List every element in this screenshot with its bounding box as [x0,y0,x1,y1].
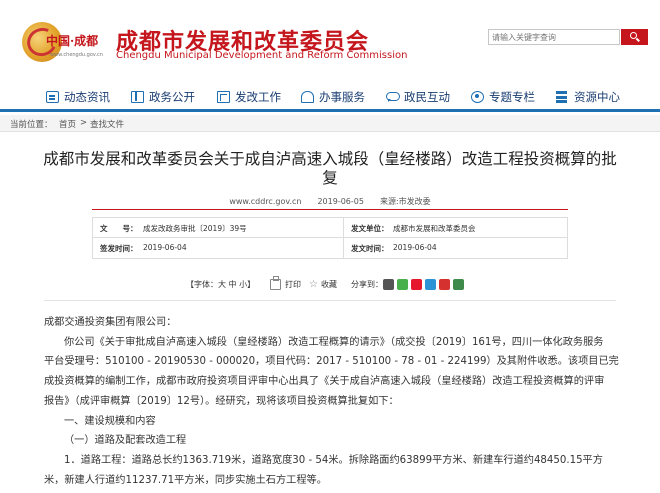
info-value: 成发改政务审批〔2019〕39号 [143,224,247,233]
share-label: 分享到： [351,280,383,289]
header: 中国·成都 www.chengdu.gov.cn 成都市发展和改革委员会 Che… [0,0,660,82]
breadcrumb-label: 当前位置： [10,120,53,130]
chat-icon [386,91,400,103]
info-value: 2019-06-04 [143,243,187,252]
breadcrumb: 当前位置： 首页 > 查找文件 [0,115,660,132]
article-meta: www.cddrc.gov.cn 2019-06-05 来源:市发改委 [229,197,431,206]
logo-text: 中国·成都 [46,34,99,48]
body-subheading: （一）道路及配套改造工程 [64,435,187,447]
info-label: 文 号： [100,224,138,233]
service-icon [301,91,314,103]
body-paragraph: 成都交通投资集团有限公司： [44,317,177,328]
nav-item-services[interactable]: 办事服务 [301,88,365,106]
breadcrumb-home-link[interactable]: 首页 [59,118,76,130]
info-value: 成都市发展和改革委员会 [393,224,476,233]
site-logo[interactable]: 中国·成都 www.chengdu.gov.cn [22,22,114,66]
info-row: 签发时间： 2019-06-04 发文时间： 2019-06-04 [93,238,567,258]
news-icon [46,91,59,103]
info-label: 签发时间： [100,244,138,253]
body-paragraph: 平台受理号：510100 - 20190530 - 000020，项目代码：20… [44,356,619,368]
logo-url: www.chengdu.gov.cn [50,52,103,58]
search-button[interactable] [621,29,648,45]
title-divider [92,209,568,210]
breadcrumb-separator: > [80,118,88,128]
weibo-icon[interactable] [411,279,422,290]
body-paragraph: 1．道路工程：道路总长约1363.719米，道路宽度30 - 54米。拆除路面约… [64,454,603,466]
article-title: 成都市发展和改革委员会关于成自泸高速入城段（皇经楼路）改造工程投资概算的批复 [43,150,617,187]
nav-item-work[interactable]: 发改工作 [217,88,281,106]
info-label: 发文时间： [351,244,389,253]
main-nav: 动态资讯 政务公开 发改工作 办事服务 政民互动 专题专栏 资源中心 [0,82,660,112]
info-row: 文 号： 成发改政务审批〔2019〕39号 发文单位： 成都市发展和改革委员会 [93,218,567,238]
body-paragraph: 报告》（成评审概算〔2019〕12号）。经研究，现将该项目投资概算批复如下： [44,395,399,407]
nav-item-label: 资源中心 [574,90,620,104]
body-heading: 一、建设规模和内容 [64,415,156,427]
nav-item-topics[interactable]: 专题专栏 [471,88,535,106]
nav-item-news[interactable]: 动态资讯 [46,88,110,106]
star-icon[interactable]: ☆ [309,279,320,290]
page: 中国·成都 www.chengdu.gov.cn 成都市发展和改革委员会 Che… [0,0,660,493]
topic-icon [471,91,484,103]
search-bar [488,29,648,45]
info-value: 2019-06-04 [393,243,437,252]
douban-icon[interactable] [453,279,464,290]
nav-item-label: 动态资讯 [64,90,110,104]
body-paragraph: 你公司《关于审批成自泸高速入城段（皇经楼路）改造工程概算的请示》（成交投〔201… [64,336,604,348]
info-label: 发文单位： [351,224,389,233]
breadcrumb-current[interactable]: 查找文件 [90,118,124,130]
body-paragraph: 成投资概算的编制工作，成都市政府投资项目评审中心出具了《关于成自泸高速入城段（皇… [44,376,605,388]
document-icon [131,91,144,103]
nav-item-label: 发改工作 [235,90,281,104]
nav-item-resources[interactable]: 资源中心 [556,88,620,106]
article-body: 成都交通投资集团有限公司： 你公司《关于审批成自泸高速入城段（皇经楼路）改造工程… [44,313,619,490]
wechat-icon[interactable] [397,279,408,290]
nav-item-interaction[interactable]: 政民互动 [386,88,450,106]
search-input[interactable] [488,29,620,45]
nav-item-label: 办事服务 [319,90,365,104]
share-generic-icon[interactable] [383,279,394,290]
edit-icon [217,91,230,103]
qzone-icon[interactable] [425,279,436,290]
favorite-link[interactable]: 收藏 [321,279,337,290]
nav-item-label: 专题专栏 [489,90,535,104]
renren-icon[interactable] [439,279,450,290]
article-toolbar: 【字体：大 中 小】 打印 ☆ 收藏 分享到： [0,276,660,294]
toolbar-divider [44,300,616,301]
document-info-table: 文 号： 成发改政务审批〔2019〕39号 发文单位： 成都市发展和改革委员会 … [92,217,568,259]
print-icon[interactable] [270,276,281,290]
nav-item-label: 政务公开 [149,90,195,104]
print-link[interactable]: 打印 [285,279,301,290]
site-title-en: Chengdu Municipal Development and Reform… [116,50,408,61]
nav-item-gov-affairs[interactable]: 政务公开 [131,88,195,106]
font-size-switch[interactable]: 【字体：大 中 小】 [186,279,255,290]
nav-item-label: 政民互动 [404,90,450,104]
body-paragraph: 米，新建人行道约11237.71平方米，同步实施土石方工程等。 [44,474,327,486]
resource-icon [556,91,569,103]
